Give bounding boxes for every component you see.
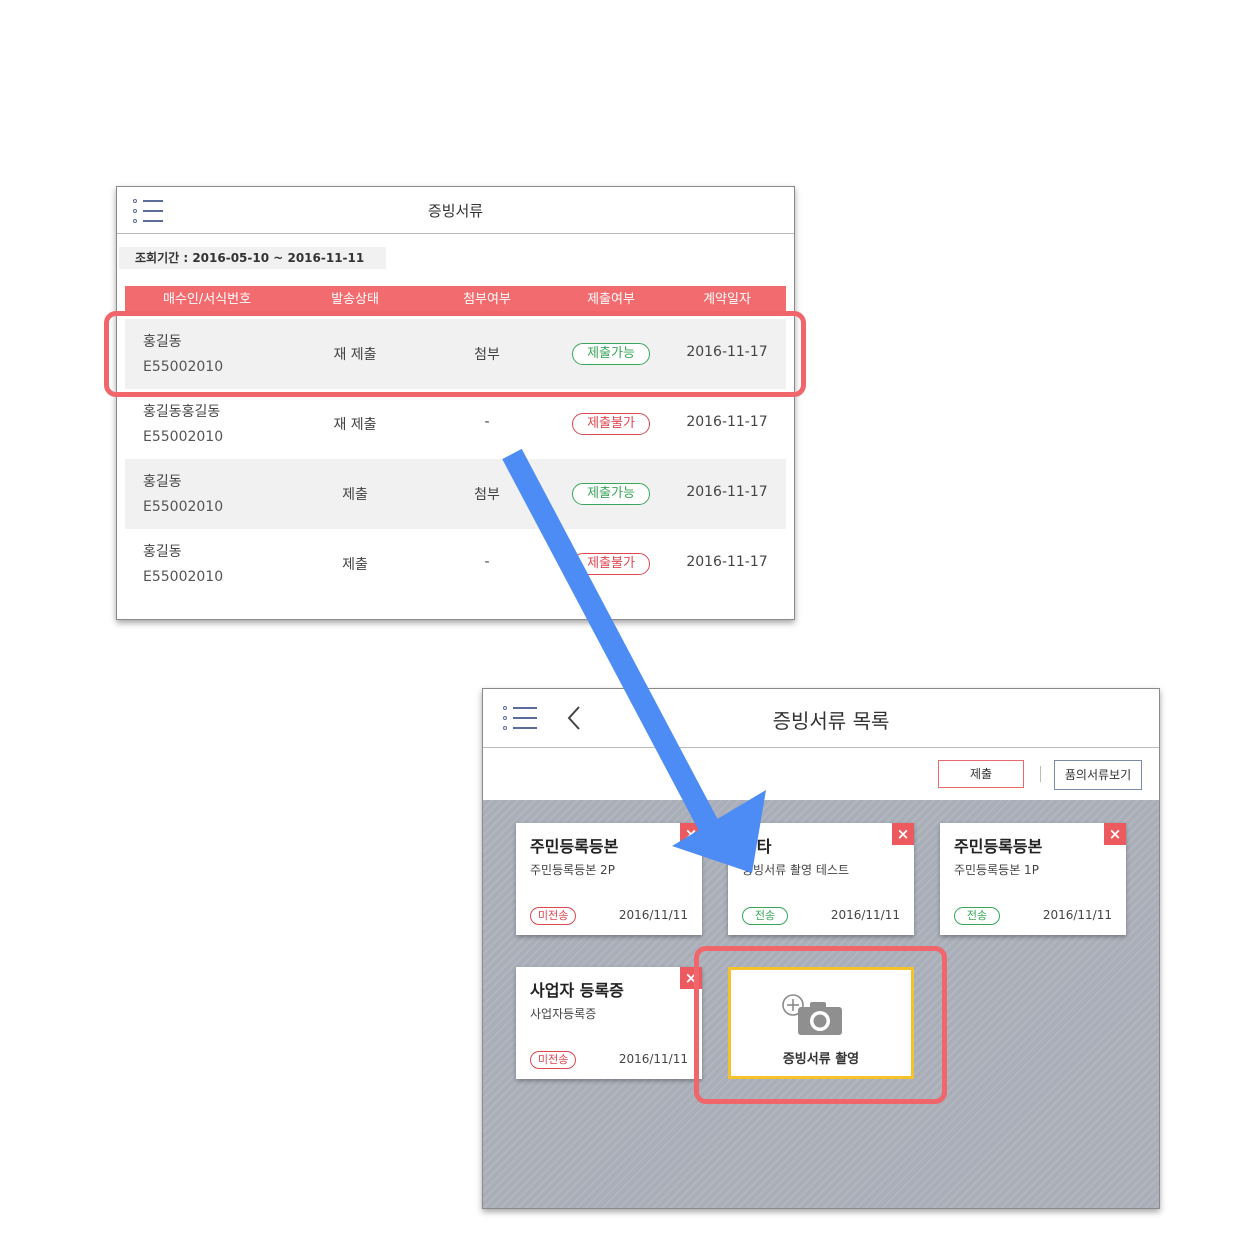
- card-subtitle: 증빙서류 촬영 테스트: [742, 863, 849, 877]
- close-icon[interactable]: ×: [1104, 823, 1126, 845]
- screen-header: 증빙서류 목록: [483, 689, 1159, 748]
- column-header-attachment: 첨부여부: [463, 292, 511, 307]
- card-subtitle: 주민등록등본 2P: [530, 863, 615, 877]
- document-list-screen: 증빙서류 조회기간 : 2016-05-10 ~ 2016-11-11 매수인/…: [116, 186, 795, 620]
- form-number: E55002010: [143, 569, 224, 585]
- screen-header: 증빙서류: [117, 187, 794, 234]
- card-subtitle: 사업자등록증: [530, 1007, 597, 1021]
- document-card[interactable]: 주민등록등본 주민등록등본 1P 전송 2016/11/11 ×: [940, 823, 1126, 935]
- document-card[interactable]: 주민등록등본 주민등록등본 2P 미전송 2016/11/11 ×: [516, 823, 702, 935]
- card-title: 주민등록등본: [530, 837, 619, 856]
- status-badge: 전송: [742, 907, 788, 925]
- attachment-status: 첨부: [474, 487, 500, 503]
- search-period: 조회기간 : 2016-05-10 ~ 2016-11-11: [119, 247, 386, 269]
- attachment-status: -: [484, 414, 490, 430]
- document-card[interactable]: 기타 증빙서류 촬영 테스트 전송 2016/11/11 ×: [728, 823, 914, 935]
- status-badge: 미전송: [530, 907, 577, 925]
- column-header-buyer: 매수인/서식번호: [162, 292, 252, 307]
- status-badge: 미전송: [530, 1051, 577, 1069]
- table-row[interactable]: 홍길동홍길동 E55002010 재 제출 - 제출불가 2016-11-17: [125, 389, 786, 459]
- contract-date: 2016-11-17: [686, 484, 768, 500]
- status-badge: 전송: [954, 907, 1000, 925]
- send-status: 제출: [342, 487, 368, 503]
- column-header-contract-date: 계약일자: [703, 292, 751, 307]
- highlight-capture-card: [694, 946, 947, 1104]
- card-title: 사업자 등록증: [530, 981, 624, 1000]
- attachment-status: -: [484, 554, 490, 570]
- close-icon[interactable]: ×: [892, 823, 914, 845]
- table-row[interactable]: 홍길동 E55002010 제출 - 제출불가 2016-11-17: [125, 529, 786, 599]
- form-number: E55002010: [143, 499, 224, 515]
- buyer-name: 홍길동: [143, 474, 182, 490]
- divider: [1040, 766, 1041, 782]
- page-title: 증빙서류: [427, 202, 484, 220]
- column-header-submission: 제출여부: [587, 292, 635, 307]
- send-status: 제출: [342, 557, 368, 573]
- card-date: 2016/11/11: [830, 908, 900, 922]
- card-title: 주민등록등본: [954, 837, 1043, 856]
- card-date: 2016/11/11: [618, 1052, 688, 1066]
- submit-button[interactable]: 제출: [938, 760, 1024, 788]
- table-header: 매수인/서식번호 발송상태 첨부여부 제출여부 계약일자: [125, 286, 786, 314]
- highlight-selected-row: [104, 311, 806, 397]
- submit-unavailable-badge: 제출불가: [572, 413, 650, 435]
- card-title: 기타: [742, 837, 772, 856]
- contract-date: 2016-11-17: [686, 554, 768, 570]
- page-title: 증빙서류 목록: [772, 709, 890, 733]
- card-date: 2016/11/11: [618, 908, 688, 922]
- contract-date: 2016-11-17: [686, 414, 768, 430]
- card-subtitle: 주민등록등본 1P: [954, 863, 1039, 877]
- submit-unavailable-badge: 제출불가: [572, 553, 650, 575]
- document-card[interactable]: 사업자 등록증 사업자등록증 미전송 2016/11/11 ×: [516, 967, 702, 1079]
- send-status: 재 제출: [333, 417, 377, 433]
- table-row[interactable]: 홍길동 E55002010 제출 첨부 제출가능 2016-11-17: [125, 459, 786, 529]
- buyer-name: 홍길동: [143, 544, 182, 560]
- close-icon[interactable]: ×: [680, 823, 702, 845]
- submit-available-badge: 제출가능: [572, 483, 650, 505]
- buyer-name: 홍길동홍길동: [143, 404, 221, 420]
- view-approval-docs-button[interactable]: 품의서류보기: [1054, 760, 1142, 790]
- form-number: E55002010: [143, 429, 224, 445]
- column-header-send-status: 발송상태: [331, 292, 379, 307]
- card-date: 2016/11/11: [1042, 908, 1112, 922]
